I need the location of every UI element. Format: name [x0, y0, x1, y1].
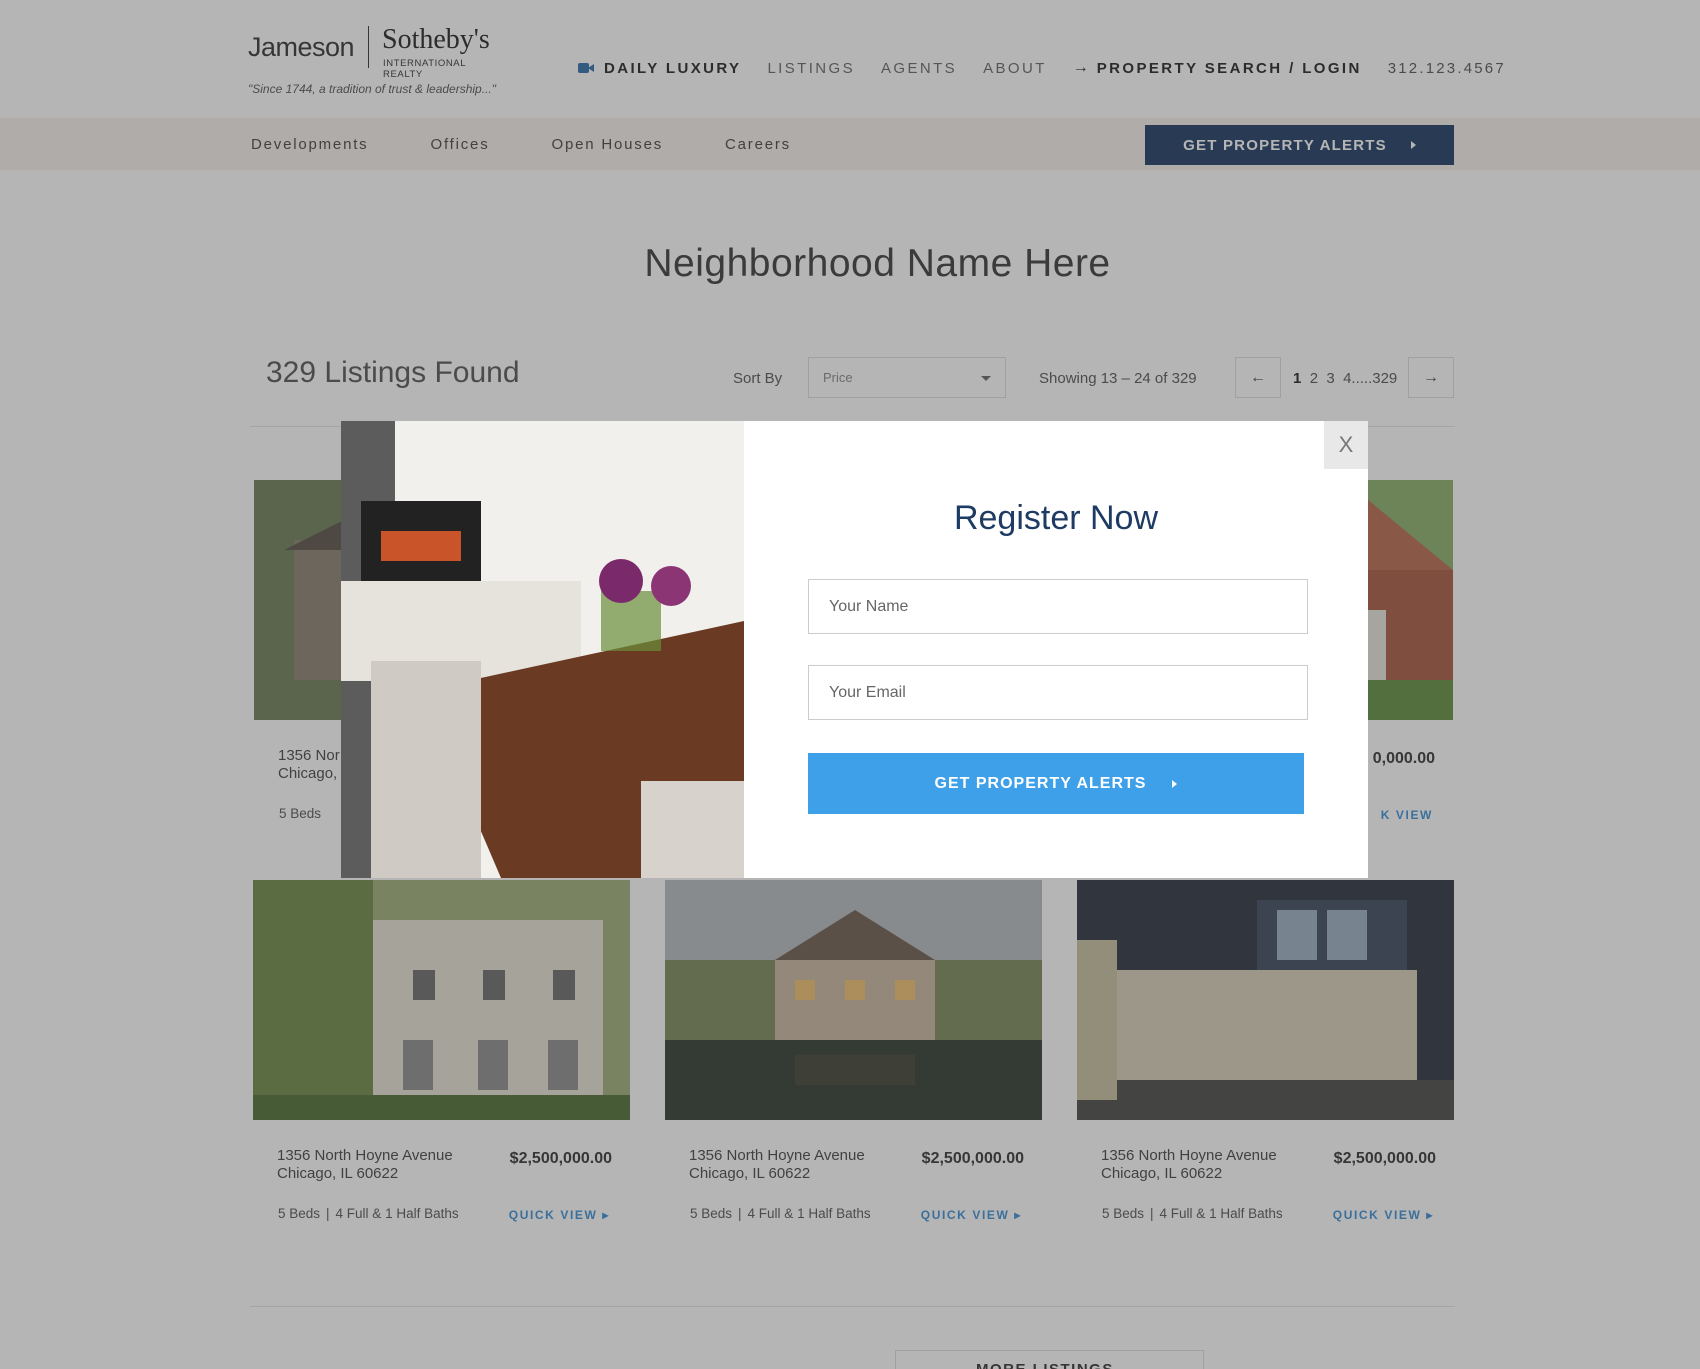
name-field[interactable]: Your Name — [808, 579, 1308, 634]
close-icon[interactable]: X — [1324, 421, 1368, 469]
email-field[interactable]: Your Email — [808, 665, 1308, 720]
register-modal: Register Now Your Name Your Email GET PR… — [341, 421, 1368, 878]
modal-submit-label: GET PROPERTY ALERTS — [934, 774, 1147, 792]
modal-submit-button[interactable]: GET PROPERTY ALERTS — [808, 753, 1304, 814]
modal-photo — [341, 421, 744, 878]
modal-title: Register Now — [953, 499, 1159, 537]
caret-right-icon — [1172, 779, 1178, 788]
